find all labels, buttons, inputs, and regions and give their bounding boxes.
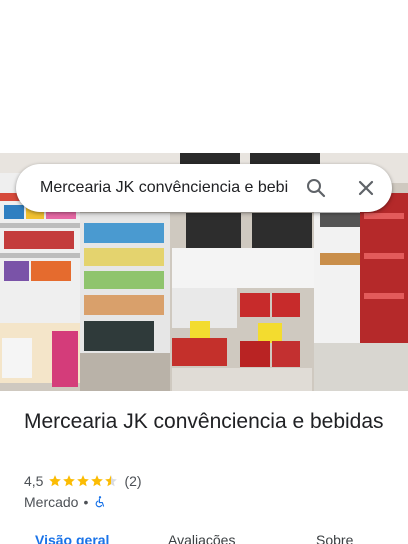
star-rating	[48, 474, 118, 488]
tab-overview[interactable]: Visão geral	[35, 532, 109, 544]
category-row: Mercado •	[24, 493, 107, 511]
search-input[interactable]: Mercearia JK convênciencia e bebidas	[40, 179, 288, 197]
search-bar[interactable]: Mercearia JK convênciencia e bebidas	[16, 164, 392, 212]
map-blank-area	[0, 0, 408, 153]
star-icon	[49, 475, 62, 487]
star-icon	[105, 475, 118, 487]
star-icon	[91, 475, 104, 487]
star-icon	[63, 475, 76, 487]
place-tabs: Visão geral Avaliações Sobre	[0, 528, 408, 544]
place-category: Mercado	[24, 494, 79, 510]
place-title: Mercearia JK convênciencia e bebidas	[24, 410, 384, 433]
tab-reviews[interactable]: Avaliações	[168, 532, 235, 544]
close-icon[interactable]	[354, 176, 378, 200]
wheelchair-icon	[96, 496, 105, 508]
rating-value: 4,5	[24, 473, 44, 489]
search-icon[interactable]	[304, 176, 328, 200]
separator-dot: •	[83, 494, 89, 510]
tab-about[interactable]: Sobre	[316, 532, 353, 544]
rating-row[interactable]: 4,5 (2)	[24, 472, 142, 490]
star-icon	[77, 475, 90, 487]
review-count[interactable]: (2)	[124, 473, 141, 489]
